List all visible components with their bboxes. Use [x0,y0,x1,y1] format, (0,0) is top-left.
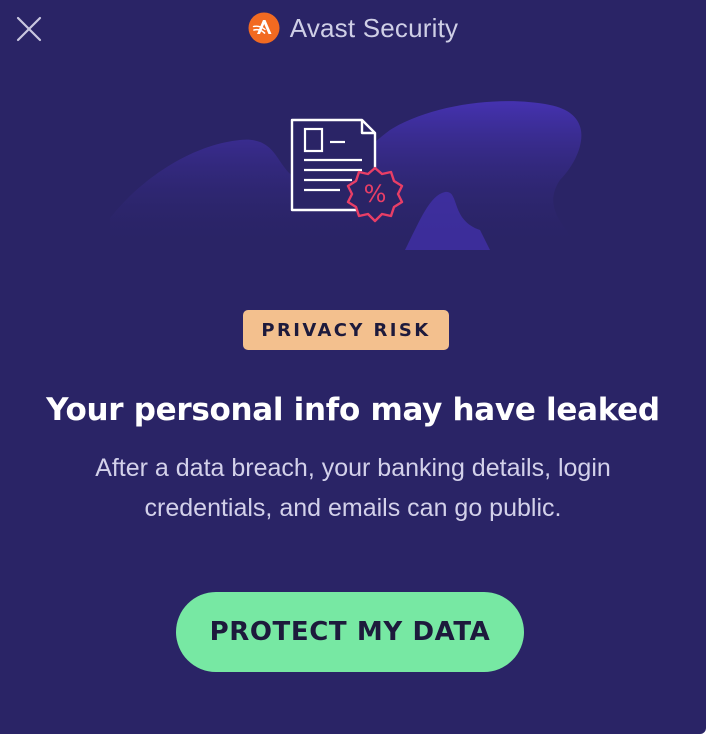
protect-my-data-button[interactable]: PROTECT MY DATA [176,592,524,672]
description: After a data breach, your banking detail… [60,448,646,528]
headline: Your personal info may have leaked [46,392,660,428]
description-line-2: credentials, and emails can go public. [144,494,562,522]
brand-header: Avast Security [0,12,706,44]
description-line-1: After a data breach, your banking detail… [95,454,611,482]
privacy-risk-badge: PRIVACY RISK [243,310,449,350]
percent-symbol: % [364,180,387,208]
document-discount-illustration: % [110,101,582,250]
popup-window: Avast Security % PRIVACY RISK Your perso… [0,0,706,734]
avast-logo-icon [248,12,280,44]
brand-name: Avast Security [289,12,459,43]
